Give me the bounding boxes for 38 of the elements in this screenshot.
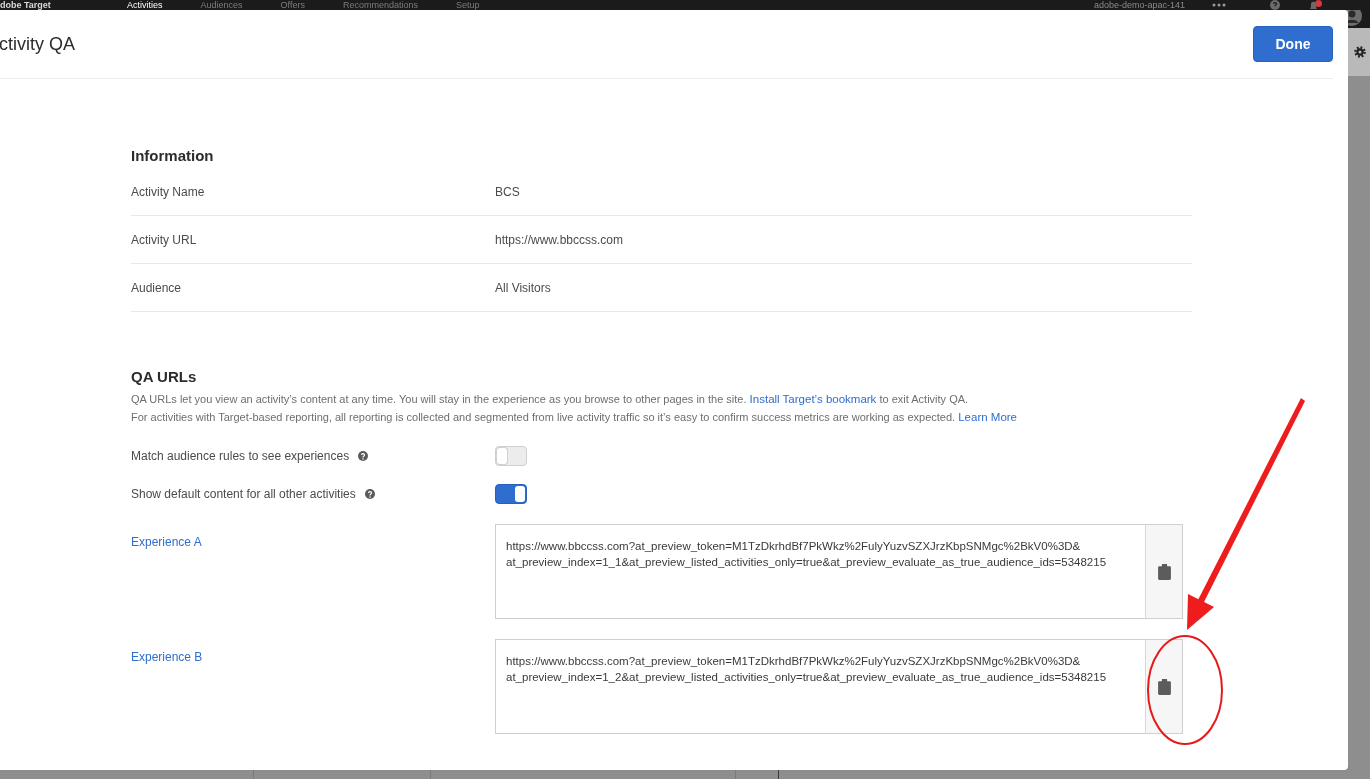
toggle-label: Match audience rules to see experiences <box>131 449 350 463</box>
help-icon[interactable] <box>1270 0 1280 10</box>
help-icon[interactable] <box>358 451 369 461</box>
nav-tab[interactable]: Setup <box>455 0 480 10</box>
help-icon[interactable] <box>364 489 375 499</box>
clipboard-icon <box>1157 563 1171 580</box>
clipboard-icon <box>1157 678 1171 695</box>
more-icon[interactable] <box>1212 3 1226 7</box>
bell-icon[interactable] <box>1308 0 1322 10</box>
nav-tab[interactable]: Offers <box>280 0 305 10</box>
description-text: For activities with Target-based reporting, all reporting is collected and segmented from live activity traffic so it’s easy to confirm success metrics are working as expected. Learn More <box>131 410 1018 425</box>
copy-button[interactable] <box>1145 639 1183 734</box>
field-value: https://www.bbccss.com <box>495 232 624 247</box>
section-heading: QA URLs <box>131 367 198 387</box>
field-label: Activity URL <box>131 232 198 247</box>
experience-link[interactable]: Experience B <box>131 650 203 664</box>
toggle-label: Show default content for all other activities <box>131 487 356 501</box>
nav-tab[interactable]: Audiences <box>200 0 243 10</box>
help-link[interactable]: Install Target’s bookmark <box>749 393 877 405</box>
field-value: BCS <box>495 184 520 199</box>
description-text: QA URLs let you view an activity’s content at any time. You will stay in the experience as you browse to other pages in the site. Install Target’s bookmark to exit Activity QA. <box>131 392 970 407</box>
dialog-title: ctivity QA <box>0 33 75 55</box>
account-name[interactable]: adobe-demo-apac-141 <box>1093 0 1185 10</box>
field-label: Audience <box>131 280 183 295</box>
field-label: Activity Name <box>131 184 206 199</box>
help-link[interactable]: Learn More <box>958 411 1017 423</box>
toggle-switch[interactable] <box>495 484 527 504</box>
url-field[interactable]: https://www.bbccss.com?at_preview_token=M1TzDkrhdBf7PkWkz%2FulyYuzvSZXJrzKbpSNMgc%2BkV0%3D&at_preview_index=1_2&at_preview_listed_activities_only=true&at_preview_evaluate_as_true_audience_ids=5348215 <box>495 639 1146 734</box>
gear-icon[interactable] <box>1354 46 1366 58</box>
url-field[interactable]: https://www.bbccss.com?at_preview_token=M1TzDkrhdBf7PkWkz%2FulyYuzvSZXJrzKbpSNMgc%2BkV0%3D&at_preview_index=1_1&at_preview_listed_activities_only=true&at_preview_evaluate_as_true_audience_ids=5348215 <box>495 524 1146 619</box>
nav-tab[interactable]: Activities <box>127 0 163 10</box>
done-button[interactable]: Done <box>1253 26 1333 62</box>
app-logo[interactable]: dobe Target <box>0 0 100 10</box>
field-value: All Visitors <box>495 280 551 295</box>
nav-tab[interactable]: Recommendations <box>342 0 418 10</box>
section-heading: Information <box>131 146 215 166</box>
copy-button[interactable] <box>1145 524 1183 619</box>
experience-link[interactable]: Experience A <box>131 535 202 549</box>
